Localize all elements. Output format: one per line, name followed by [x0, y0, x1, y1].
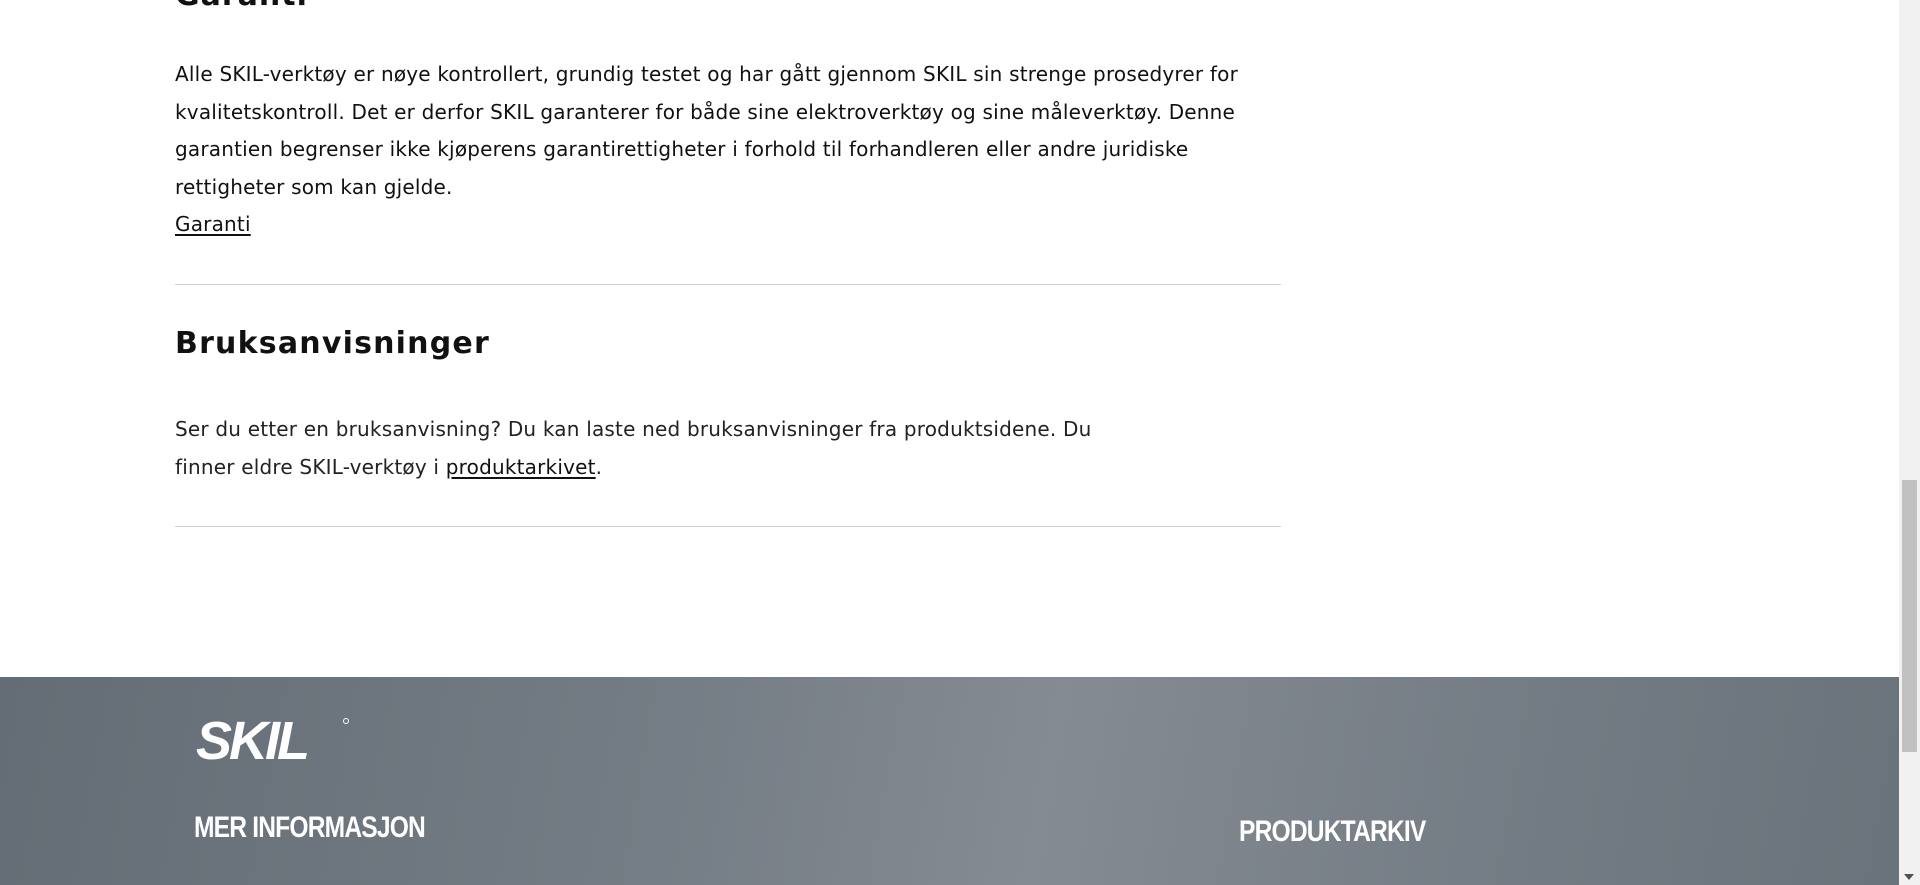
- manuals-text-start: Ser du etter en bruksanvisning? Du kan l…: [175, 417, 1092, 479]
- scroll-down-arrow-icon[interactable]: [1904, 874, 1914, 880]
- page: Garanti Alle SKIL-verktøy er nøye kontro…: [0, 0, 1899, 885]
- manuals-heading: Bruksanvisninger: [175, 326, 490, 361]
- product-archive-heading[interactable]: PRODUKTARKIV: [1239, 815, 1426, 849]
- warranty-link[interactable]: Garanti: [175, 206, 251, 244]
- section-divider: [175, 284, 1281, 285]
- more-info-heading[interactable]: MER INFORMASJON: [194, 811, 426, 845]
- product-archive-link[interactable]: produktarkivet: [446, 455, 596, 479]
- skil-logo-icon: SKIL: [196, 711, 349, 771]
- manuals-text-end: .: [595, 454, 603, 479]
- section-divider: [175, 526, 1281, 527]
- warranty-heading: Garanti: [175, 0, 308, 13]
- scrollbar-thumb[interactable]: [1902, 480, 1917, 752]
- skil-logo-text: SKIL: [196, 715, 307, 765]
- skil-logo[interactable]: SKIL: [194, 711, 354, 771]
- vertical-scrollbar[interactable]: [1899, 0, 1920, 885]
- warranty-text: Alle SKIL-verktøy er nøye kontrollert, g…: [175, 62, 1238, 199]
- manuals-text: Ser du etter en bruksanvisning? Du kan l…: [175, 411, 1115, 486]
- site-footer: SKIL MER INFORMASJON PRODUKTARKIV: [0, 677, 1899, 885]
